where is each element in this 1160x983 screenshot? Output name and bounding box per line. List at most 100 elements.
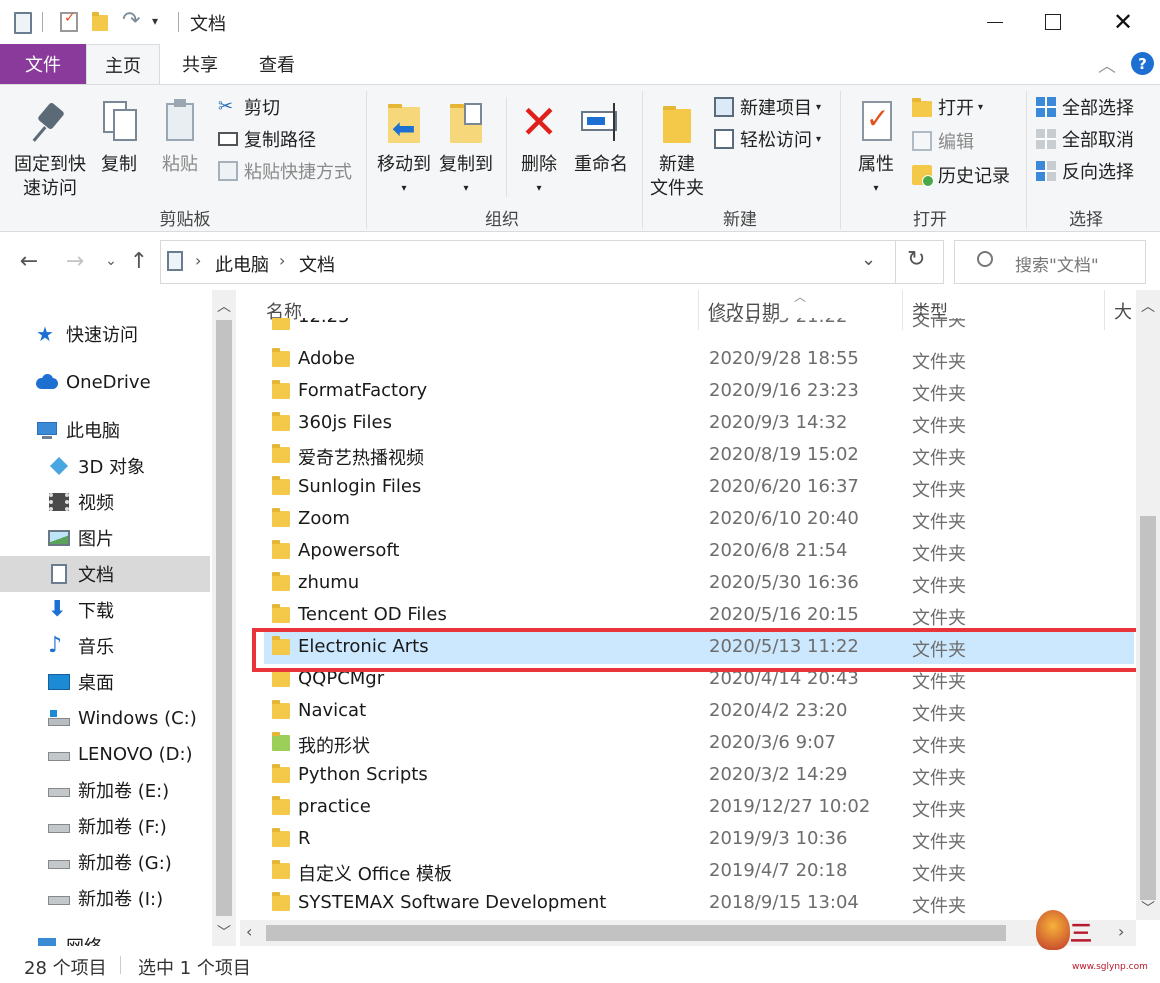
tab-share[interactable]: 共享 xyxy=(164,44,236,84)
properties-quick-icon[interactable] xyxy=(14,12,32,34)
maximize-button[interactable] xyxy=(1024,0,1082,44)
select-all-button[interactable]: 全部选择 xyxy=(1036,93,1134,121)
table-row-partial[interactable]: 12.25 2021/1/5 21:22 文件夹 xyxy=(264,318,1134,338)
edit-button[interactable]: 编辑 xyxy=(912,127,974,155)
table-row[interactable]: 我的形状 2020/3/6 9:07 文件夹 xyxy=(264,728,1134,760)
row-type: 文件夹 xyxy=(912,800,966,821)
nav-item-pictures[interactable]: 图片 xyxy=(0,520,210,556)
nav-item-drive-e[interactable]: 新加卷 (E:) xyxy=(0,772,210,808)
easy-access-button[interactable]: 轻松访问 ▾ xyxy=(714,125,821,153)
nav-item-quick-access[interactable]: ★ 快速访问 xyxy=(0,316,210,352)
copy-to-button[interactable]: 复制到 ▾ xyxy=(436,99,496,201)
table-row[interactable]: Apowersoft 2020/6/8 21:54 文件夹 xyxy=(264,536,1134,568)
new-folder-button[interactable]: 新建 文件夹 xyxy=(646,99,708,201)
nav-item-videos[interactable]: 视频 xyxy=(0,484,210,520)
cut-button[interactable]: ✂ 剪切 xyxy=(218,93,280,121)
paste-shortcut-button[interactable]: 粘贴快捷方式 xyxy=(218,157,352,185)
rename-button[interactable]: 重命名 xyxy=(570,99,632,177)
open-button[interactable]: 打开 ▾ xyxy=(912,93,983,121)
row-date: 2020/8/19 15:02 xyxy=(709,444,859,465)
row-name: R xyxy=(298,828,311,849)
breadcrumb-sep-icon[interactable]: › xyxy=(195,251,201,270)
select-none-button[interactable]: 全部取消 xyxy=(1036,125,1134,153)
history-button[interactable]: 历史记录 xyxy=(912,161,1010,189)
list-vertical-scrollbar[interactable]: ︿ ﹀ xyxy=(1136,290,1160,920)
breadcrumb-this-pc[interactable]: 此电脑 xyxy=(215,251,269,277)
nav-item-drive-i[interactable]: 新加卷 (I:) xyxy=(0,880,210,916)
close-button[interactable]: ✕ xyxy=(1094,0,1152,44)
refresh-icon[interactable]: ↻ xyxy=(907,247,925,272)
nav-item-desktop[interactable]: 桌面 xyxy=(0,664,210,700)
table-row[interactable]: Sunlogin Files 2020/6/20 16:37 文件夹 xyxy=(264,472,1134,504)
forward-button[interactable]: → xyxy=(60,246,90,276)
pin-quick-access-button[interactable]: 固定到快 速访问 xyxy=(8,99,92,201)
nav-item-music[interactable]: ♪ 音乐 xyxy=(0,628,210,664)
paste-button[interactable]: 粘贴 xyxy=(152,99,208,177)
nav-item-label: Windows (C:) xyxy=(78,707,197,729)
nav-item-label: 新加卷 (F:) xyxy=(78,817,167,838)
breadcrumb-documents[interactable]: 文档 xyxy=(299,251,335,277)
nav-item-onedrive[interactable]: OneDrive xyxy=(0,364,210,400)
tab-view[interactable]: 查看 xyxy=(240,44,314,84)
recent-locations-button[interactable]: ⌄ xyxy=(96,246,126,276)
address-dropdown-icon[interactable]: ⌄ xyxy=(861,249,876,270)
table-row[interactable]: R 2019/9/3 10:36 文件夹 xyxy=(264,824,1134,856)
move-to-button[interactable]: ⬅ 移动到 ▾ xyxy=(372,99,436,201)
nav-item-drive-g[interactable]: 新加卷 (G:) xyxy=(0,844,210,880)
scroll-left-icon[interactable]: ‹ xyxy=(246,922,252,941)
tab-file[interactable]: 文件 xyxy=(0,44,86,84)
table-row[interactable]: zhumu 2020/5/30 16:36 文件夹 xyxy=(264,568,1134,600)
nav-scroll-down-icon[interactable]: ﹀ xyxy=(217,922,231,942)
new-item-button[interactable]: 新建项目 ▾ xyxy=(714,93,821,121)
search-input[interactable]: 搜索"文档" xyxy=(1015,251,1099,276)
nav-item-3d-objects[interactable]: 3D 对象 xyxy=(0,448,210,484)
nav-item-drive-d[interactable]: LENOVO (D:) xyxy=(0,736,210,772)
nav-item-label: 此电脑 xyxy=(66,421,120,442)
nav-item-downloads[interactable]: ⬇ 下载 xyxy=(0,592,210,628)
copy-path-button[interactable]: 复制路径 xyxy=(218,125,316,153)
breadcrumb-sep-icon-2[interactable]: › xyxy=(279,251,285,270)
file-explorer-window: ✓ ↷ ▾ 文档 ✕ 文件 主页 共享 查看 ︿ ? 固定到快 速访问 复制 粘… xyxy=(0,0,1160,983)
table-row[interactable]: Python Scripts 2020/3/2 14:29 文件夹 xyxy=(264,760,1134,792)
collapse-ribbon-icon[interactable]: ︿ xyxy=(1098,52,1116,78)
nav-scroll-thumb[interactable] xyxy=(216,320,232,916)
tab-home[interactable]: 主页 xyxy=(86,44,160,85)
nav-item-drive-f[interactable]: 新加卷 (F:) xyxy=(0,808,210,844)
undo-quick-icon[interactable]: ↷ xyxy=(122,8,140,33)
scroll-up-icon[interactable]: ︿ xyxy=(1141,296,1155,316)
nav-item-drive-c[interactable]: Windows (C:) xyxy=(0,700,210,736)
list-hscroll-thumb[interactable] xyxy=(266,925,1006,941)
copy-button[interactable]: 复制 xyxy=(92,99,146,177)
folder-icon xyxy=(272,732,290,751)
new-folder-quick-icon[interactable] xyxy=(92,12,108,31)
table-row[interactable]: FormatFactory 2020/9/16 23:23 文件夹 xyxy=(264,376,1134,408)
minimize-button[interactable] xyxy=(966,0,1024,44)
checklist-quick-icon[interactable]: ✓ xyxy=(60,10,78,32)
up-button[interactable]: ↑ xyxy=(124,246,154,276)
back-button[interactable]: ← xyxy=(14,246,44,276)
invert-selection-button[interactable]: 反向选择 xyxy=(1036,157,1134,185)
list-horizontal-scrollbar[interactable]: ‹ › xyxy=(240,920,1136,946)
table-row[interactable]: Zoom 2020/6/10 20:40 文件夹 xyxy=(264,504,1134,536)
table-row[interactable]: 自定义 Office 模板 2019/4/7 20:18 文件夹 xyxy=(264,856,1134,888)
table-row[interactable]: 爱奇艺热播视频 2020/8/19 15:02 文件夹 xyxy=(264,440,1134,472)
help-icon[interactable]: ? xyxy=(1131,52,1154,75)
nav-scroll-up-icon[interactable]: ︿ xyxy=(217,296,231,316)
table-row[interactable]: Adobe 2020/9/28 18:55 文件夹 xyxy=(264,344,1134,376)
nav-item-documents[interactable]: 文档 xyxy=(0,556,210,592)
table-row[interactable]: Navicat 2020/4/2 23:20 文件夹 xyxy=(264,696,1134,728)
properties-button[interactable]: ✓ 属性 ▾ xyxy=(848,99,904,201)
nav-item-this-pc[interactable]: 此电脑 xyxy=(0,412,210,448)
list-scroll-thumb[interactable] xyxy=(1140,516,1156,900)
row-date: 2020/6/20 16:37 xyxy=(709,476,859,497)
customize-quick-access-icon[interactable]: ▾ xyxy=(152,14,158,28)
delete-button[interactable]: ✕ 删除 ▾ xyxy=(512,99,566,201)
table-row[interactable]: practice 2019/12/27 10:02 文件夹 xyxy=(264,792,1134,824)
watermark-site: www.sglynp.com xyxy=(1072,962,1148,972)
table-row[interactable]: 360js Files 2020/9/3 14:32 文件夹 xyxy=(264,408,1134,440)
nav-item-network[interactable]: 网络 xyxy=(0,928,210,946)
search-box[interactable]: 搜索"文档" xyxy=(954,240,1146,284)
nav-scrollbar[interactable]: ︿ ﹀ xyxy=(212,290,236,946)
table-row[interactable]: SYSTEMAX Software Development 2018/9/15 1… xyxy=(264,888,1134,920)
address-bar[interactable]: › 此电脑 › 文档 ⌄ ↻ xyxy=(160,240,944,284)
